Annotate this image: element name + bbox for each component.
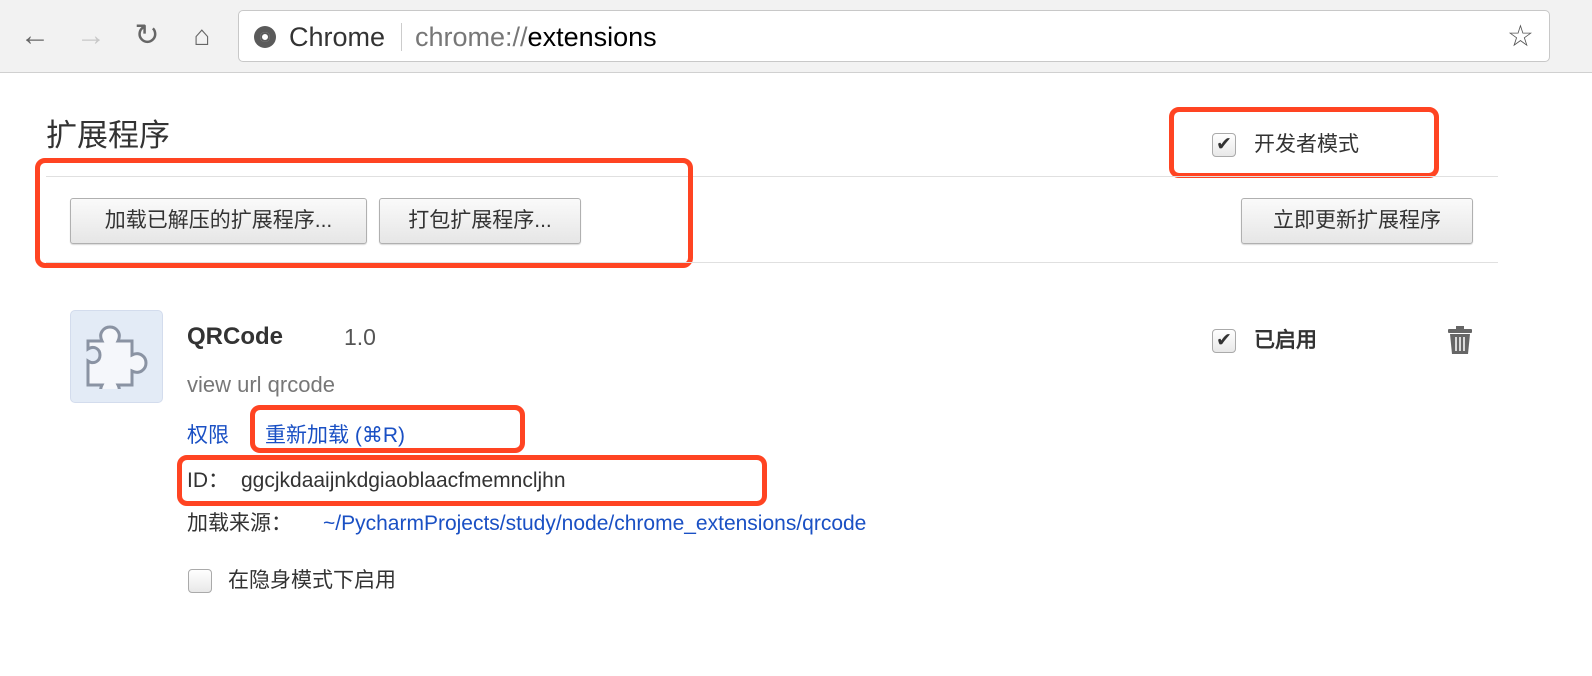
incognito-checkbox[interactable] [188, 569, 212, 593]
incognito-label: 在隐身模式下启用 [228, 569, 396, 592]
home-button[interactable]: ⌂ [185, 18, 219, 54]
highlight-box [1169, 107, 1439, 178]
forward-button[interactable]: → [74, 18, 108, 54]
highlight-box [250, 405, 525, 453]
extension-description: view url qrcode [187, 372, 335, 397]
source-label: 加载来源： [187, 512, 292, 535]
url: chrome://extensions [415, 21, 657, 53]
back-button[interactable]: ← [18, 18, 52, 54]
address-bar[interactable]: Chrome chrome://extensions ☆ [238, 10, 1550, 62]
divider [46, 262, 1498, 263]
highlight-box [35, 158, 693, 268]
highlight-box [177, 455, 767, 506]
page-title: 扩展程序 [46, 118, 170, 153]
puzzle-piece-icon [70, 310, 163, 403]
bookmark-star-icon[interactable]: ☆ [1507, 19, 1534, 54]
divider [401, 23, 402, 51]
reload-button[interactable]: ↻ [130, 18, 164, 54]
source-path-link[interactable]: ~/PycharmProjects/study/node/chrome_exte… [323, 511, 866, 537]
extension-name: QRCode [187, 323, 283, 350]
site-label: Chrome [289, 22, 386, 52]
browser-toolbar: ← → ↻ ⌂ Chrome chrome://extensions ☆ [0, 0, 1592, 73]
enabled-checkbox[interactable]: ✔ [1212, 329, 1236, 353]
update-extensions-button[interactable]: 立即更新扩展程序 [1241, 198, 1473, 244]
chrome-icon [254, 26, 276, 48]
permissions-link[interactable]: 权限 [187, 423, 229, 449]
url-path: extensions [527, 22, 657, 52]
extension-version: 1.0 [344, 324, 376, 350]
url-prefix: chrome:// [415, 22, 528, 52]
enabled-label: 已启用 [1254, 329, 1317, 352]
trash-icon[interactable] [1447, 325, 1473, 360]
